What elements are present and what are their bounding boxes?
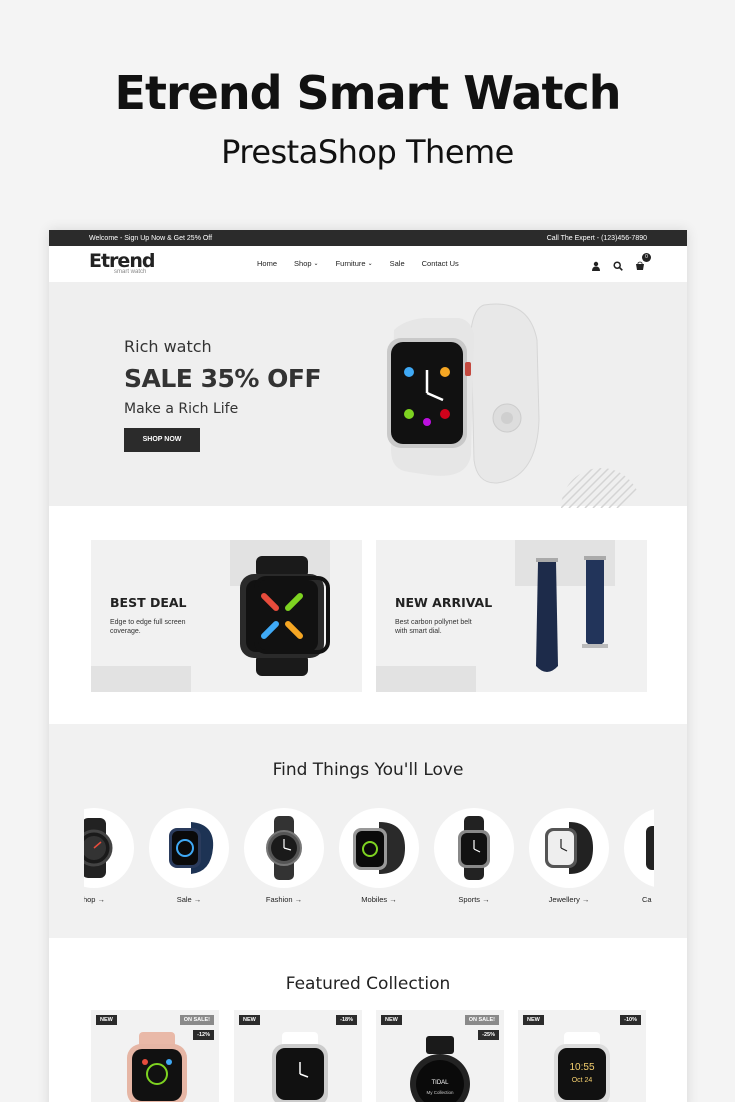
nav-sale[interactable]: Sale [390,259,405,268]
product-card[interactable]: NEW -18% [234,1010,362,1102]
banner-title: NEW ARRIVAL [395,595,493,610]
category-label: Jewellery → [548,895,590,904]
top-bar: Welcome - Sign Up Now & Get 25% Off Call… [49,230,687,246]
product-image: TIDAL My Collection [408,1036,472,1102]
logo-text: Etrend [89,250,155,272]
product-card[interactable]: NEW -10% 10:55 Oct 24 [518,1010,646,1102]
category-item[interactable]: hop → [84,808,134,904]
chevron-down-icon: ⌄ [367,261,373,267]
product-card[interactable]: NEW ON SALE! -12% [91,1010,219,1102]
discount-badge: -18% [336,1015,357,1025]
category-image [529,808,609,888]
date-screen-text: Oct 24 [572,1077,593,1084]
user-icon[interactable] [591,258,601,271]
hero-watch-image [379,300,549,495]
category-label: Mobiles → [361,895,397,904]
category-image [339,808,419,888]
category-image [149,808,229,888]
sale-badge: ON SALE! [464,1015,499,1025]
category-label: hop → [84,895,106,904]
shop-now-button[interactable]: SHOP NOW [124,428,200,452]
featured-section: Featured Collection NEW ON SALE! -12% NE… [49,938,687,1102]
nav-shop[interactable]: Shop ⌄ [294,259,319,268]
main-nav: Home Shop ⌄ Furniture ⌄ Sale Contact Us [257,259,476,268]
category-label: Fashion → [265,895,303,904]
new-badge: NEW [381,1015,402,1025]
tidal-screen-text: TIDAL [431,1080,449,1086]
discount-badge: -10% [620,1015,641,1025]
welcome-text[interactable]: Welcome - Sign Up Now & Get 25% Off [89,235,212,242]
banner-accent [91,666,191,692]
hero-banner: Rich watch SALE 35% OFF Make a Rich Life… [49,282,687,508]
header: Etrend smart watch Home Shop ⌄ Furniture ⌄… [49,246,687,282]
collection-screen-text: My Collection [426,1090,454,1095]
category-image [244,808,324,888]
header-icons: 0 [591,253,651,271]
product-image [268,1032,332,1102]
promo-title: Etrend Smart Watch [114,66,622,120]
cart-count-badge: 0 [642,253,651,262]
chevron-down-icon: ⌄ [313,261,319,267]
category-label: Sale → [176,895,202,904]
discount-badge: -12% [193,1030,214,1040]
hero-eyebrow: Rich watch [124,337,212,356]
banner-text: Best carbon pollynet belt with smart dia… [395,619,472,635]
best-deal-banner[interactable]: BEST DEAL Edge to edge full screen cover… [91,540,362,692]
nav-furniture[interactable]: Furniture ⌄ [336,259,373,268]
category-label: Ca [642,895,652,904]
nav-home[interactable]: Home [257,259,277,268]
site-preview: Welcome - Sign Up Now & Get 25% Off Call… [49,230,687,1102]
product-card[interactable]: NEW ON SALE! -25% TIDAL My Collection [376,1010,504,1102]
category-item[interactable]: Fashion → [244,808,324,904]
category-label: Sports → [458,895,490,904]
discount-badge: -25% [478,1030,499,1040]
category-image [84,808,134,888]
hero-headline: SALE 35% OFF [124,364,322,393]
product-image: 10:55 Oct 24 [550,1032,614,1102]
new-badge: NEW [523,1015,544,1025]
category-item[interactable]: Ca [624,808,654,904]
phone-text: Call The Expert - (123)456-7890 [546,234,647,242]
categories-section: Find Things You'll Love hop → Sale → Fas… [49,724,687,938]
logo-subtext: smart watch [114,269,147,275]
categories-title: Find Things You'll Love [272,760,464,780]
category-image [434,808,514,888]
banner-title: BEST DEAL [110,595,187,610]
decorative-stripes [561,468,641,513]
category-item[interactable]: Jewellery → [529,808,609,904]
product-image [125,1032,189,1102]
new-arrival-banner[interactable]: NEW ARRIVAL Best carbon pollynet belt wi… [376,540,647,692]
category-item[interactable]: Sale → [149,808,229,904]
nav-contact[interactable]: Contact Us [422,259,459,268]
logo[interactable]: Etrend smart watch [89,250,155,275]
category-item[interactable]: Sports → [434,808,514,904]
sale-badge: ON SALE! [179,1015,214,1025]
category-image [624,808,654,888]
new-badge: NEW [96,1015,117,1025]
best-deal-watch-image [236,554,336,684]
search-icon[interactable] [613,258,623,271]
new-badge: NEW [239,1015,260,1025]
cart-icon[interactable]: 0 [635,253,651,270]
banner-accent [376,666,476,692]
featured-title: Featured Collection [285,974,451,994]
promo-banners: BEST DEAL Edge to edge full screen cover… [91,540,647,692]
promo-subtitle: PrestaShop Theme [221,133,514,171]
hero-tagline: Make a Rich Life [124,401,239,417]
new-arrival-strap-image [526,554,626,684]
banner-text: Edge to edge full screen coverage. [110,619,186,635]
time-screen-text: 10:55 [569,1062,594,1073]
categories-carousel[interactable]: hop → Sale → Fashion → Mobiles → Sports … [84,808,654,908]
category-item[interactable]: Mobiles → [339,808,419,904]
